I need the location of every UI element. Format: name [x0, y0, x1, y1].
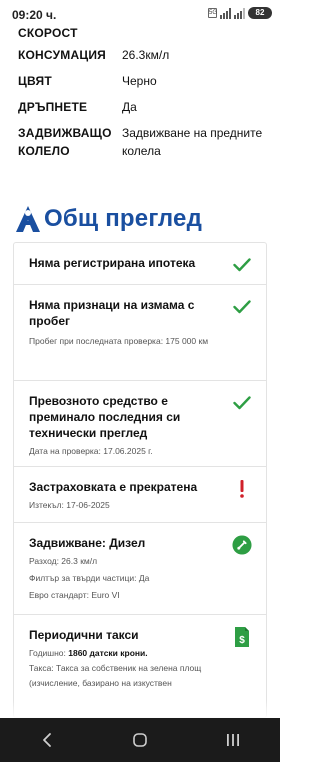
card-detail: Такса: Такса за собственик на зелена пло…: [29, 663, 202, 673]
card-title: Няма регистрирана ипотека: [29, 256, 196, 270]
card-title: Задвижване: Дизел: [29, 536, 146, 550]
check-icon: [232, 255, 252, 275]
system-nav-bar: [0, 718, 280, 762]
card-detail: Разход: 26.3 км/л: [29, 556, 98, 566]
network-5g-icon: 5G: [208, 8, 218, 18]
spec-value: Да: [122, 100, 137, 114]
card-technical-inspection: Превозното средство е преминало последни…: [14, 381, 266, 467]
card-no-odometer-fraud: Няма признаци на измама с пробег Пробег …: [14, 285, 266, 381]
card-title: Превозното средство е преминало последни…: [29, 394, 181, 440]
card-detail-annual: Годишно: 1860 датски крони.: [29, 645, 226, 662]
card-title: Застраховката е прекратена: [29, 480, 198, 494]
spec-value: 26.3км/л: [122, 48, 170, 62]
card-title: Няма признаци на измама с пробег: [29, 298, 195, 328]
check-icon: [232, 393, 252, 413]
svg-text:$: $: [239, 635, 245, 646]
dollar-document-icon: $: [232, 627, 252, 647]
overview-cards: Няма регистрирана ипотека Няма признаци …: [13, 242, 267, 718]
exclamation-icon: [232, 479, 252, 499]
card-detail: Изтекъл: 17-06-2025: [29, 500, 110, 510]
card-detail: Пробег при последната проверка: 175 000 …: [29, 336, 209, 346]
signal-icon: [220, 7, 231, 19]
signal-2-icon: [234, 7, 245, 19]
card-drivetrain: Задвижване: Дизел Разход: 26.3 км/л Филт…: [14, 523, 266, 615]
card-detail: Евро стандарт: Euro VI: [29, 590, 120, 600]
card-detail: (изчисление, базирано на изкуствен: [29, 678, 172, 688]
status-bar: 09:20 ч. 5G 82: [0, 0, 280, 28]
spec-value: Задвижване на предните колела: [122, 126, 263, 158]
recents-icon[interactable]: [213, 725, 253, 755]
scroll-fade: [0, 700, 280, 718]
overview-title: Общ преглед: [44, 205, 203, 232]
status-icons: 5G 82: [208, 7, 272, 19]
home-icon[interactable]: [120, 725, 160, 755]
spec-label: ЗАДВИЖВАЩО КОЛЕЛО: [18, 126, 112, 158]
fuel-icon: [232, 535, 252, 555]
card-title: Периодични такси: [29, 628, 139, 642]
card-no-mortgage: Няма регистрирана ипотека: [14, 243, 266, 285]
brand-logo-icon: [14, 204, 42, 234]
annual-label: Годишно:: [29, 648, 69, 658]
check-icon: [232, 297, 252, 317]
back-icon[interactable]: [27, 725, 67, 755]
card-insurance-terminated: Застраховката е прекратена Изтекъл: 17-0…: [14, 467, 266, 523]
status-time: 09:20 ч.: [12, 8, 57, 22]
card-detail: Филтър за твърди частици: Да: [29, 573, 150, 583]
card-detail: Дата на проверка: 17.06.2025 г.: [29, 446, 153, 456]
spec-label: КОНСУМАЦИЯ: [18, 48, 106, 62]
battery-icon: 82: [248, 7, 272, 19]
overview-heading: Общ преглед: [14, 204, 202, 234]
annual-amount: 1860 датски крони.: [68, 648, 148, 658]
spec-label: ДРЪПНЕТЕ: [18, 100, 88, 114]
spec-label: ЦВЯТ: [18, 74, 52, 88]
spec-value: Черно: [122, 74, 157, 88]
